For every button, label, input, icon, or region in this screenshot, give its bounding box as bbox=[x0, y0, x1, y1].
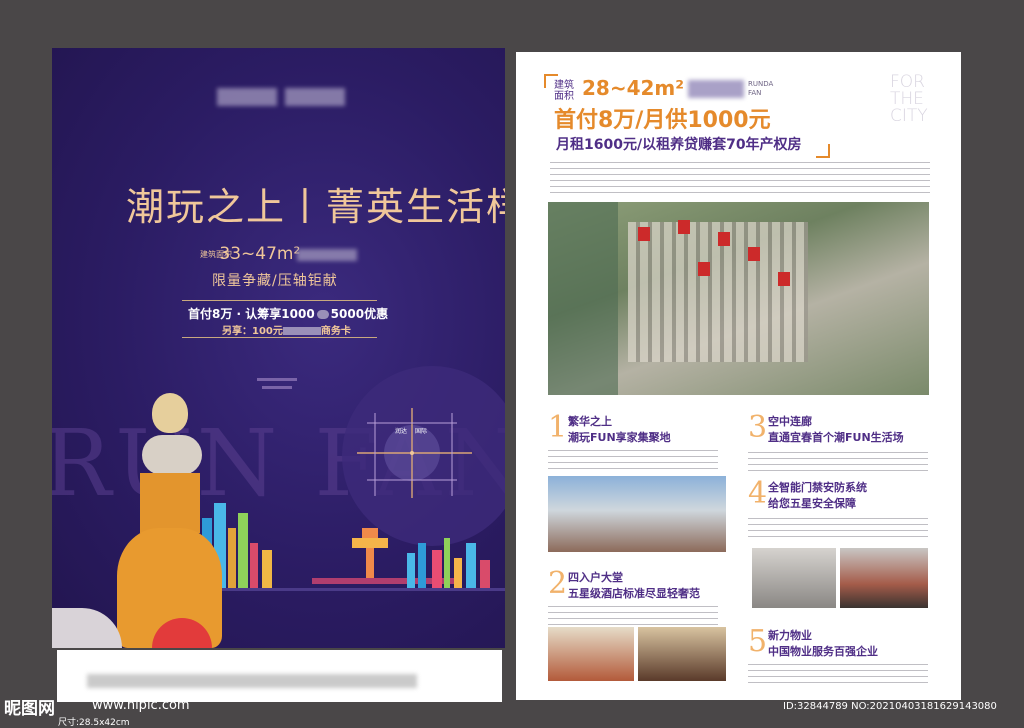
feature-2-line2: 五星级酒店标准尽显轻奢范 bbox=[568, 587, 700, 600]
feature-5-num: 5 bbox=[748, 624, 768, 659]
feature-3-line2: 直通宜春首个潮FUN生活场 bbox=[768, 431, 904, 444]
left-bottom-strip bbox=[57, 650, 502, 702]
aerial-photo bbox=[548, 202, 929, 395]
left-area-label: 建筑面积 bbox=[200, 249, 232, 259]
feature-4-line1: 全智能门禁安防系统 bbox=[768, 481, 867, 494]
feature-1-desc bbox=[548, 450, 718, 474]
blurred-logo-2 bbox=[285, 88, 345, 106]
right-brand: RUNDA FAN bbox=[748, 80, 774, 97]
model-dress-top bbox=[140, 473, 200, 533]
feature-1-line1: 繁华之上 bbox=[568, 415, 612, 428]
offer-line2-b: 商务卡 bbox=[320, 326, 351, 337]
feature-4-line2: 给您五星安全保障 bbox=[768, 497, 856, 510]
left-headline: 潮玩之上丨菁英生活样本 bbox=[126, 185, 505, 229]
feature-5-desc bbox=[748, 664, 928, 688]
feature-1-line2: 潮玩FUN享家集聚地 bbox=[568, 431, 671, 444]
feature-4-desc bbox=[748, 518, 928, 538]
feature-4-photo-b bbox=[840, 548, 928, 608]
feature-2-desc bbox=[548, 606, 718, 626]
watermark-for-the-city: FOR THE CITY bbox=[890, 74, 928, 125]
feature-1: 1 繁华之上 潮玩FUN享家集聚地 bbox=[548, 410, 728, 474]
feature-2-photo-b bbox=[638, 627, 726, 681]
offer-box: 首付8万 · 认筹享1000 5000优惠 另享：100元 商务卡 bbox=[182, 300, 388, 338]
feature-1-photo bbox=[548, 476, 726, 552]
feature-4-photo-a bbox=[752, 548, 836, 608]
feature-2-line1: 四入户大堂 bbox=[568, 571, 623, 584]
small-note bbox=[257, 378, 297, 381]
feature-2-num: 2 bbox=[548, 566, 568, 601]
feature-3-num: 3 bbox=[748, 410, 768, 445]
footer-logo: 昵图网 bbox=[4, 699, 55, 719]
feature-1-num: 1 bbox=[548, 410, 568, 445]
location-map: 润达 国际 bbox=[357, 408, 472, 498]
offer-line2-a: 另享：100元 bbox=[222, 326, 283, 337]
feature-3-line1: 空中连廊 bbox=[768, 415, 812, 428]
right-subheadline: 月租1600元/以租养贷赚套70年产权房 bbox=[556, 137, 802, 153]
left-slogan: 限量争藏/压轴钜献 bbox=[212, 273, 338, 289]
offer-line1-b: 5000优惠 bbox=[330, 307, 389, 321]
model-head bbox=[152, 393, 188, 433]
feature-2-photo-a bbox=[548, 627, 634, 681]
feature-5-line2: 中国物业服务百强企业 bbox=[768, 645, 878, 658]
offer-line1-a: 首付8万 · 认筹享1000 bbox=[188, 307, 315, 321]
right-flyer: 建筑面积 28~42m² RUNDA FAN 首付8万/月供1000元 月租16… bbox=[516, 52, 961, 700]
footer-size: 尺寸:28.5x42cm bbox=[58, 718, 130, 728]
left-area-value: 33~47m² bbox=[219, 244, 301, 264]
watermark-line-3: CITY bbox=[890, 106, 928, 126]
feature-4: 4 全智能门禁安防系统 给您五星安全保障 bbox=[748, 476, 938, 538]
model-collar bbox=[142, 435, 202, 475]
feature-3-desc bbox=[748, 452, 928, 476]
footer-url[interactable]: www.nipic.com bbox=[92, 698, 190, 713]
right-headline: 首付8万/月供1000元 bbox=[554, 108, 771, 133]
blurred-text bbox=[297, 249, 357, 261]
blurred-footer-text bbox=[87, 674, 417, 688]
right-area-label: 建筑面积 bbox=[554, 80, 574, 102]
left-area: 建筑面积 33~47m² bbox=[200, 244, 300, 264]
feature-3: 3 空中连廊 直通宜春首个潮FUN生活场 bbox=[748, 410, 938, 476]
map-svg bbox=[357, 408, 472, 498]
blurred-logo bbox=[217, 88, 277, 106]
model-figure bbox=[112, 393, 232, 648]
intro-text bbox=[550, 162, 930, 194]
blurred-brand bbox=[688, 80, 744, 98]
left-flyer: 潮玩之上丨菁英生活样本 建筑面积 33~47m² 限量争藏/压轴钜献 首付8万 … bbox=[52, 48, 505, 648]
map-label-2: 国际 bbox=[415, 428, 428, 435]
feature-2: 2 四入户大堂 五星级酒店标准尽显轻奢范 bbox=[548, 566, 728, 626]
feature-5: 5 新力物业 中国物业服务百强企业 bbox=[748, 624, 938, 688]
feature-5-line1: 新力物业 bbox=[768, 629, 812, 642]
map-label-1: 润达 bbox=[395, 428, 408, 435]
small-note-2 bbox=[262, 386, 292, 389]
right-area-value: 28~42m² bbox=[582, 76, 685, 100]
bracket-br bbox=[816, 144, 830, 158]
footer-id: ID:32844789 NO:20210403181629143080 bbox=[783, 701, 997, 712]
feature-4-num: 4 bbox=[748, 476, 768, 511]
